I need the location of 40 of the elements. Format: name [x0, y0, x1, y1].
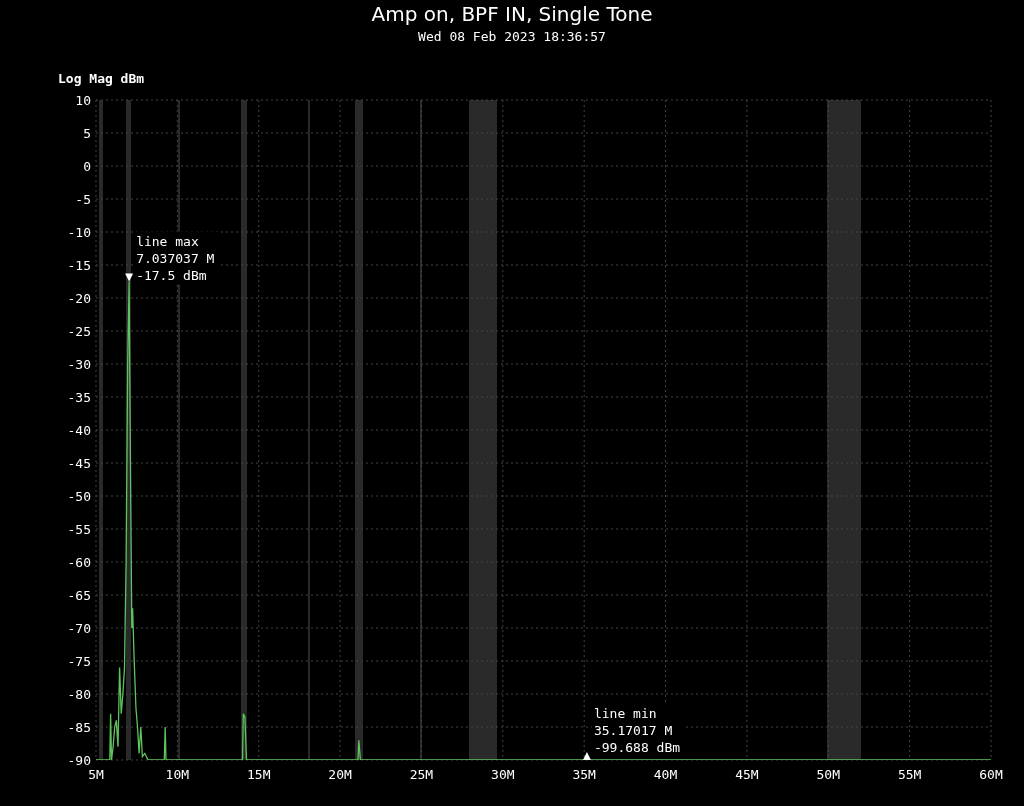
tick-label: -5 [75, 192, 91, 207]
tick-label: 25M [409, 767, 434, 782]
tick-label: -30 [67, 357, 91, 372]
tick-label: 35M [572, 767, 596, 782]
tick-label: -65 [67, 588, 91, 603]
marker-icon [125, 273, 134, 282]
marker-label: line min 35.17017 M -99.688 dBm [593, 706, 681, 755]
tick-label: 10 [75, 93, 91, 108]
tick-label: -75 [67, 654, 91, 669]
tick-label: 55M [897, 767, 922, 782]
tick-label: 40M [653, 767, 678, 782]
tick-label: -90 [67, 753, 91, 768]
tick-label: 5M [88, 767, 104, 782]
tick-label: -10 [67, 225, 91, 240]
tick-label: 15M [247, 767, 271, 782]
tick-label: -60 [67, 555, 91, 570]
tick-label: -40 [67, 423, 91, 438]
chart-title: Amp on, BPF IN, Single Tone [371, 2, 653, 26]
tick-label: -85 [67, 720, 91, 735]
tick-label: -55 [67, 522, 91, 537]
tick-label: 30M [491, 767, 515, 782]
tick-label: -20 [67, 291, 91, 306]
timestamp: Wed 08 Feb 2023 18:36:57 [418, 29, 606, 44]
tick-label: -80 [67, 687, 91, 702]
tick-label: 0 [83, 159, 91, 174]
tick-label: 5 [83, 126, 91, 141]
tick-label: -70 [67, 621, 91, 636]
axis-title: Log Mag dBm [58, 71, 145, 86]
tick-label: -50 [67, 489, 91, 504]
tick-label: -25 [67, 324, 91, 339]
tick-label: 10M [165, 767, 190, 782]
tick-label: 45M [735, 767, 759, 782]
marker-icon [582, 752, 591, 760]
tick-label: 20M [328, 767, 352, 782]
marker-label: line max 7.037037 M -17.5 dBm [136, 233, 215, 283]
tick-label: -35 [67, 390, 91, 405]
tick-label: -45 [67, 456, 91, 471]
tick-label: -15 [67, 258, 91, 273]
tick-label: 50M [816, 767, 840, 782]
tick-label: 60M [979, 767, 1003, 782]
